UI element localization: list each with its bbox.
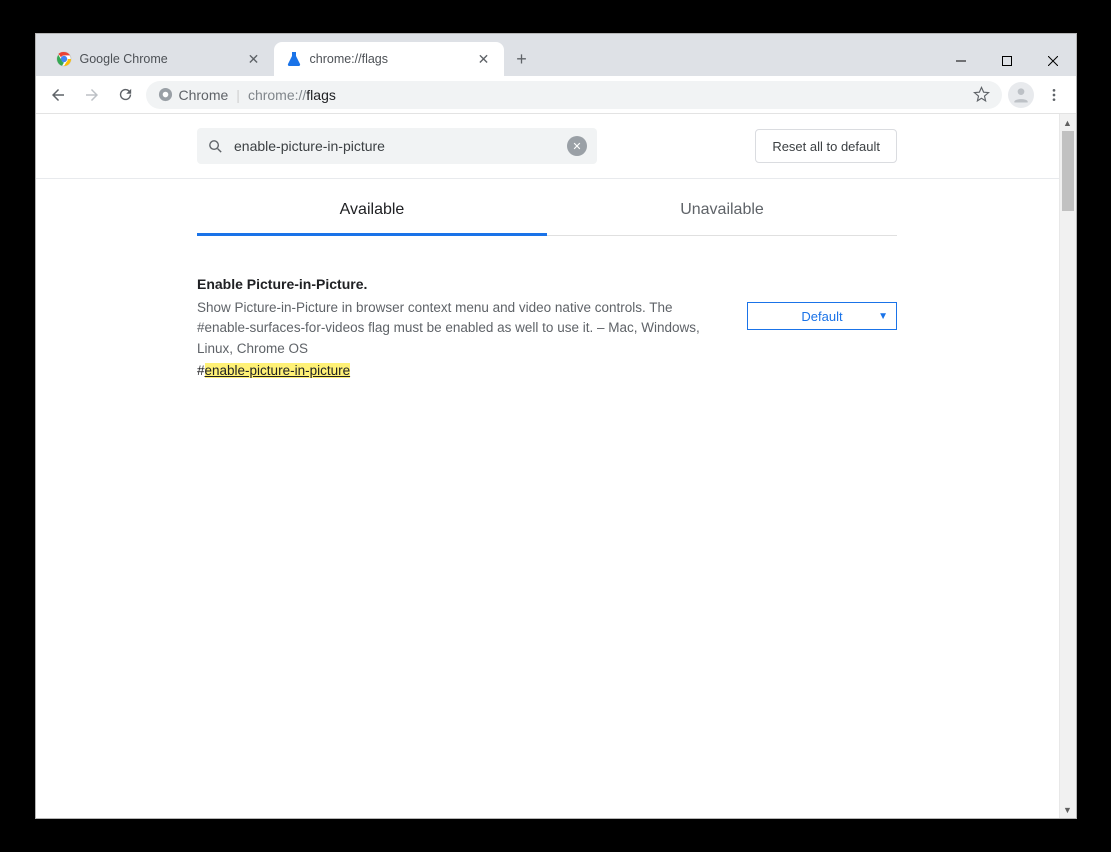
vertical-scrollbar[interactable]: ▲ ▼ [1059, 114, 1076, 818]
window-controls [938, 46, 1076, 76]
reset-all-button[interactable]: Reset all to default [755, 129, 897, 163]
reload-button[interactable] [112, 81, 140, 109]
url-text: chrome://flags [248, 87, 336, 103]
tab-close-icon[interactable]: ✕ [476, 51, 492, 67]
minimize-button[interactable] [938, 46, 984, 76]
maximize-button[interactable] [984, 46, 1030, 76]
content-area: enable-picture-in-picture ✕ Reset all to… [36, 114, 1076, 818]
close-window-button[interactable] [1030, 46, 1076, 76]
forward-button[interactable] [78, 81, 106, 109]
tab-chrome-flags[interactable]: chrome://flags ✕ [274, 42, 504, 76]
tab-google-chrome[interactable]: Google Chrome ✕ [44, 42, 274, 76]
scrollbar-thumb[interactable] [1062, 131, 1074, 211]
flags-tabbar: Available Unavailable [36, 179, 1059, 236]
flask-favicon-icon [286, 51, 302, 67]
flags-page: enable-picture-in-picture ✕ Reset all to… [36, 114, 1059, 818]
flags-search-input[interactable]: enable-picture-in-picture ✕ [197, 128, 597, 164]
flag-anchor-link[interactable]: #enable-picture-in-picture [197, 363, 723, 378]
site-info-icon[interactable]: Chrome [158, 87, 229, 103]
scroll-up-icon[interactable]: ▲ [1060, 114, 1076, 131]
toolbar: Chrome | chrome://flags [36, 76, 1076, 114]
new-tab-button[interactable]: + [508, 45, 536, 73]
search-icon [207, 138, 224, 155]
scroll-down-icon[interactable]: ▼ [1060, 801, 1076, 818]
clear-search-icon[interactable]: ✕ [567, 136, 587, 156]
site-info-label: Chrome [179, 87, 229, 103]
tab-close-icon[interactable]: ✕ [246, 51, 262, 67]
browser-window: Google Chrome ✕ chrome://flags ✕ + [35, 33, 1077, 819]
tab-label: Google Chrome [80, 52, 246, 66]
chevron-down-icon: ▼ [878, 311, 888, 322]
profile-avatar[interactable] [1008, 82, 1034, 108]
back-button[interactable] [44, 81, 72, 109]
flags-list: Enable Picture-in-Picture. Show Picture-… [36, 236, 1059, 418]
tab-strip: Google Chrome ✕ chrome://flags ✕ + [36, 34, 938, 76]
flag-description: Show Picture-in-Picture in browser conte… [197, 298, 723, 359]
titlebar: Google Chrome ✕ chrome://flags ✕ + [36, 34, 1076, 76]
bookmark-star-icon[interactable] [973, 86, 990, 103]
flags-header: enable-picture-in-picture ✕ Reset all to… [36, 114, 1059, 179]
menu-button[interactable] [1040, 81, 1068, 109]
flag-item: Enable Picture-in-Picture. Show Picture-… [197, 276, 897, 378]
omnibox-divider: | [236, 87, 240, 103]
flag-state-select[interactable]: Default ▼ [747, 302, 897, 330]
search-value: enable-picture-in-picture [234, 138, 557, 154]
tab-label: chrome://flags [310, 52, 476, 66]
address-bar[interactable]: Chrome | chrome://flags [146, 81, 1002, 109]
select-value: Default [801, 309, 842, 324]
tab-unavailable[interactable]: Unavailable [547, 179, 897, 235]
chrome-favicon-icon [56, 51, 72, 67]
tab-available[interactable]: Available [197, 179, 547, 235]
flag-title: Enable Picture-in-Picture. [197, 276, 723, 292]
